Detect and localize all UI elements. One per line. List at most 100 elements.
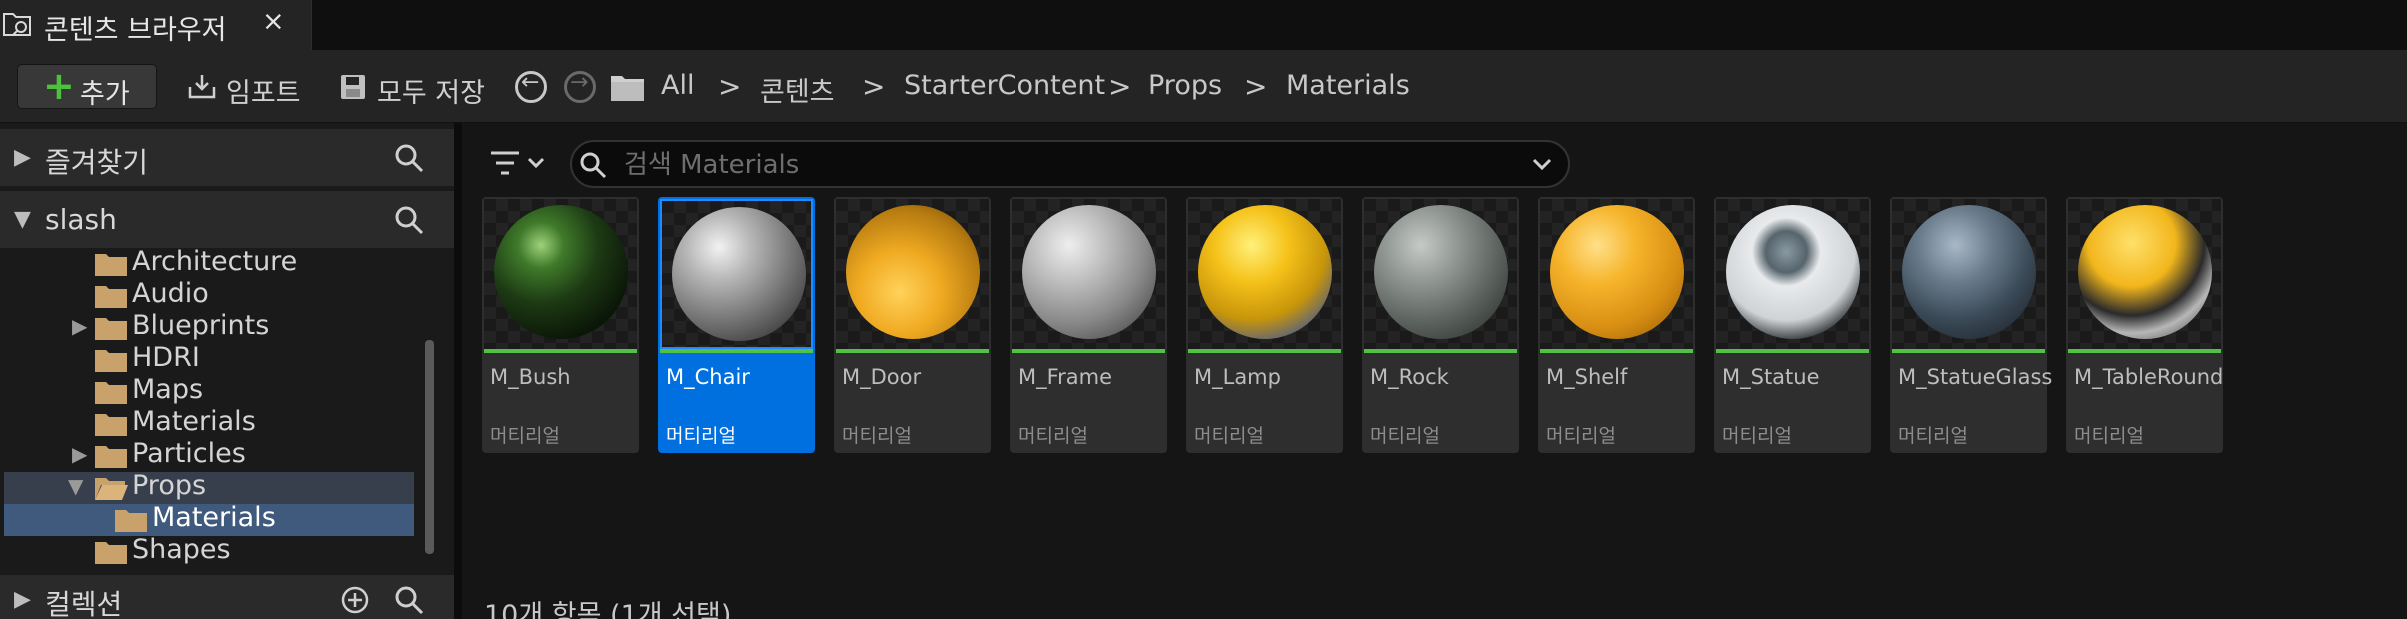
sources-panel: ▶ 즐겨찾기 ▼ slash Architecture Audio ▶ Blue… xyxy=(0,123,454,619)
breadcrumb-separator[interactable]: > xyxy=(718,70,741,103)
import-button[interactable]: 임포트 xyxy=(186,64,306,109)
tree-scrollbar[interactable] xyxy=(425,340,434,554)
asset-type: 머티리얼 xyxy=(842,425,912,447)
toolbar: + 추가 임포트 모두 저장 ← → All > 콘텐츠 > StarterCo… xyxy=(0,50,2407,123)
asset-name: M_Chair xyxy=(666,365,750,389)
material-sphere-icon xyxy=(1726,205,1860,339)
material-sphere-icon xyxy=(494,205,628,339)
folder-icon xyxy=(95,350,127,372)
asset-tile[interactable]: M_Statue 머티리얼 xyxy=(1714,197,1871,453)
asset-tile[interactable]: M_Rock 머티리얼 xyxy=(1362,197,1519,453)
breadcrumb-separator[interactable]: > xyxy=(1244,70,1267,103)
asset-name: M_StatueGlass xyxy=(1898,365,2053,389)
expand-right-icon[interactable]: ▶ xyxy=(72,314,87,338)
search-input[interactable] xyxy=(624,148,1504,182)
search-icon[interactable] xyxy=(392,141,426,175)
tree-item[interactable]: ▶ Blueprints xyxy=(4,310,414,344)
forward-button[interactable]: → xyxy=(564,70,596,103)
asset-thumbnail xyxy=(1012,199,1165,349)
tree-item[interactable]: Shapes xyxy=(4,534,414,568)
back-button[interactable]: ← xyxy=(515,70,547,103)
asset-type-bar xyxy=(2068,349,2221,353)
tree-item[interactable]: HDRI xyxy=(4,342,414,376)
expand-down-icon: ▼ xyxy=(14,207,31,232)
breadcrumb-separator[interactable]: > xyxy=(862,70,885,103)
favorites-header[interactable]: ▶ 즐겨찾기 xyxy=(0,129,454,186)
asset-view: M_Bush 머티리얼 M_Chair 머티리얼 M_Door 머티리얼 xyxy=(462,123,2407,619)
asset-tile[interactable]: M_Door 머티리얼 xyxy=(834,197,991,453)
close-tab-icon[interactable]: × xyxy=(262,6,285,37)
tree-item-label: Maps xyxy=(132,374,204,405)
asset-type: 머티리얼 xyxy=(666,425,736,447)
tree-item-label: Particles xyxy=(132,438,246,469)
asset-tile[interactable]: M_Shelf 머티리얼 xyxy=(1538,197,1695,453)
tab-content-browser[interactable]: 콘텐츠 브라우저 × xyxy=(0,0,312,50)
tree-item-label: Audio xyxy=(132,278,209,309)
asset-type: 머티리얼 xyxy=(2074,425,2144,447)
tree-item[interactable]: ▼ Props xyxy=(4,470,414,504)
material-sphere-icon xyxy=(1374,205,1508,339)
filter-icon[interactable] xyxy=(487,145,551,185)
asset-tile[interactable]: M_Chair 머티리얼 xyxy=(658,197,815,453)
collections-header[interactable]: ▶ 컬렉션 xyxy=(0,575,454,619)
asset-tile[interactable]: M_Bush 머티리얼 xyxy=(482,197,639,453)
tree-item[interactable]: Materials xyxy=(4,502,414,536)
asset-name: M_TableRound xyxy=(2074,365,2224,389)
folder-icon[interactable] xyxy=(610,72,645,102)
asset-thumbnail xyxy=(1188,199,1341,349)
tree-item[interactable]: Architecture xyxy=(4,246,414,280)
asset-type: 머티리얼 xyxy=(1898,425,1968,447)
material-sphere-icon xyxy=(846,205,980,339)
add-button-label: 추가 xyxy=(80,79,130,110)
breadcrumb-startercontent[interactable]: StarterContent xyxy=(904,70,1105,101)
search-icon[interactable] xyxy=(392,203,426,237)
chevron-down-icon[interactable] xyxy=(1528,150,1556,178)
breadcrumb-props[interactable]: Props xyxy=(1148,70,1222,101)
asset-thumbnail xyxy=(660,199,813,349)
collections-label: 컬렉션 xyxy=(45,588,123,619)
tree-item[interactable]: Maps xyxy=(4,374,414,408)
add-button[interactable]: + 추가 xyxy=(17,64,157,110)
asset-thumbnail xyxy=(1364,199,1517,349)
asset-type-bar xyxy=(484,349,637,353)
asset-type: 머티리얼 xyxy=(1546,425,1616,447)
breadcrumb-separator[interactable]: > xyxy=(1108,70,1131,103)
asset-thumbnail xyxy=(1540,199,1693,349)
project-header[interactable]: ▼ slash xyxy=(0,191,454,248)
tree-item-label: Architecture xyxy=(132,246,298,277)
search-field[interactable] xyxy=(570,140,1570,188)
material-sphere-icon xyxy=(1550,205,1684,339)
arrow-left-icon: ← xyxy=(521,70,540,95)
tree-item-label: Blueprints xyxy=(132,310,270,341)
expand-right-icon: ▶ xyxy=(14,587,31,612)
asset-tile[interactable]: M_TableRound 머티리얼 xyxy=(2066,197,2223,453)
asset-type: 머티리얼 xyxy=(1722,425,1792,447)
project-label: slash xyxy=(45,203,117,236)
panel-splitter[interactable] xyxy=(454,123,462,619)
breadcrumb-materials[interactable]: Materials xyxy=(1286,70,1410,101)
asset-tile[interactable]: M_StatueGlass 머티리얼 xyxy=(1890,197,2052,453)
asset-thumbnail xyxy=(484,199,637,349)
add-collection-icon[interactable] xyxy=(338,583,372,617)
asset-name: M_Rock xyxy=(1370,365,1449,389)
material-sphere-icon xyxy=(2078,205,2212,339)
asset-name: M_Shelf xyxy=(1546,365,1628,389)
folder-open-icon xyxy=(95,478,128,500)
save-icon xyxy=(341,75,365,99)
asset-tile[interactable]: M_Frame 머티리얼 xyxy=(1010,197,1167,453)
breadcrumb-all[interactable]: All xyxy=(661,70,694,101)
expand-right-icon[interactable]: ▶ xyxy=(72,442,87,466)
folder-icon xyxy=(95,254,127,276)
tree-item[interactable]: ▶ Particles xyxy=(4,438,414,472)
tree-item[interactable]: Materials xyxy=(4,406,414,440)
save-all-button[interactable]: 모두 저장 xyxy=(337,64,487,109)
material-sphere-icon xyxy=(1902,205,2036,339)
breadcrumb-content[interactable]: 콘텐츠 xyxy=(760,70,835,109)
search-icon[interactable] xyxy=(392,583,426,617)
asset-name: M_Statue xyxy=(1722,365,1820,389)
asset-tile[interactable]: M_Lamp 머티리얼 xyxy=(1186,197,1343,453)
material-sphere-icon xyxy=(672,207,806,341)
expand-down-icon[interactable]: ▼ xyxy=(68,474,83,498)
asset-type: 머티리얼 xyxy=(490,425,560,447)
tree-item[interactable]: Audio xyxy=(4,278,414,312)
